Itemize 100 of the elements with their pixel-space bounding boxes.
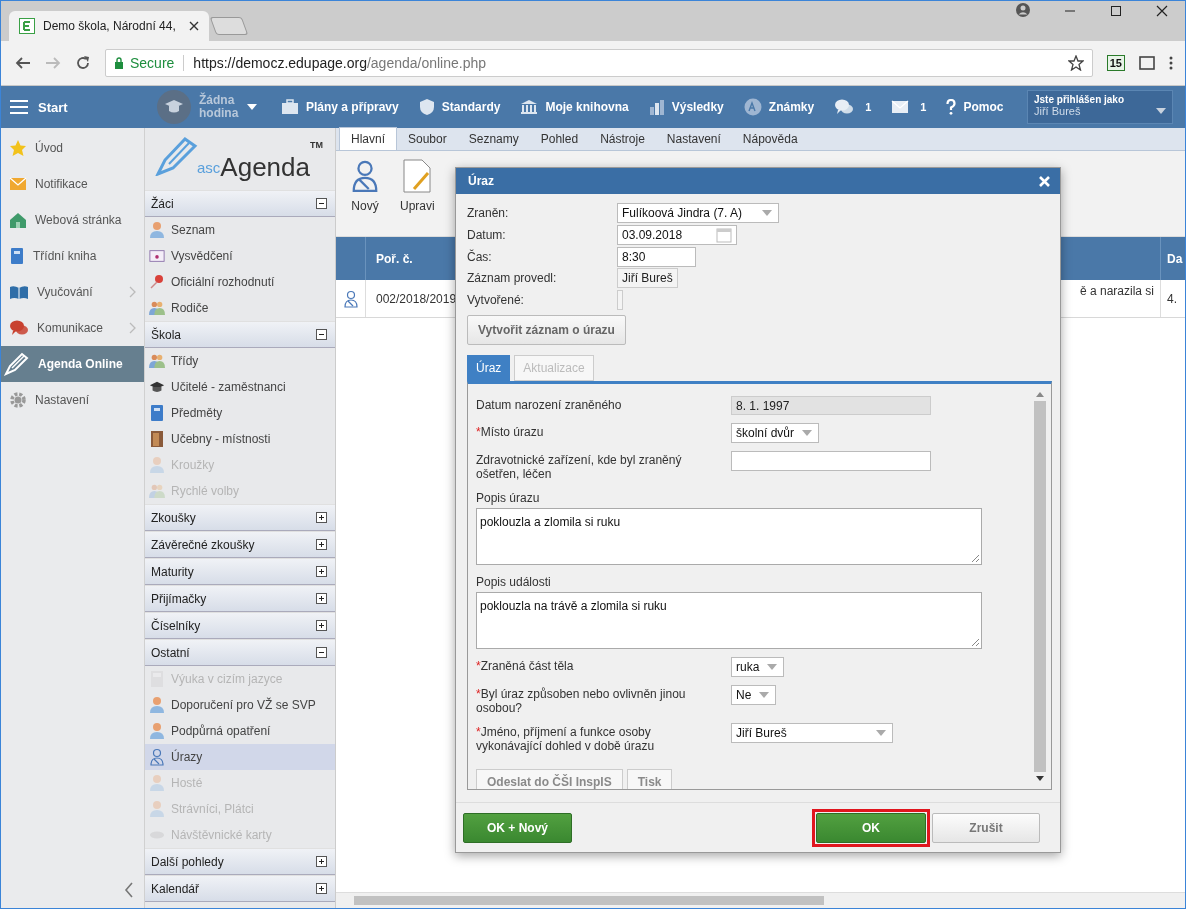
input-field[interactable]: 8:30 [617, 246, 696, 267]
field-label: Datum: [467, 227, 507, 242]
dialog-tab[interactable]: Úraz [467, 355, 511, 382]
ribbon-tab[interactable]: Soubor [397, 128, 458, 150]
nav-link[interactable]: Moje knihovna [520, 99, 629, 115]
person-icon [149, 456, 165, 474]
section-header[interactable]: Ostatní [145, 639, 335, 666]
sidebar-item[interactable]: Webová stránka [1, 202, 144, 238]
section-header[interactable]: Číselníky [145, 612, 335, 639]
nav-link[interactable]: Pomoc [946, 99, 1004, 115]
messages-button[interactable]: 1 [834, 98, 872, 116]
panel-item[interactable]: Oficiální rozhodnutí [145, 269, 335, 295]
section-header[interactable]: Zkoušky [145, 504, 335, 531]
site-logo-icon [19, 18, 35, 34]
sidebar-item[interactable]: Vyučování [1, 274, 144, 310]
panel-item[interactable]: Rodiče [145, 295, 335, 321]
star-outline-icon[interactable] [1067, 55, 1084, 71]
person-icon [149, 722, 165, 740]
sidebar-item[interactable]: Notifikace [1, 166, 144, 202]
panel-item[interactable]: Učebny - místnosti [145, 426, 335, 452]
section-header[interactable]: Kalendář [145, 875, 335, 902]
extension-button[interactable]: 15 [1106, 55, 1125, 71]
text-area[interactable]: poklouzla a zlomila si ruku [476, 508, 982, 566]
close-icon[interactable] [1156, 5, 1168, 17]
people-icon [149, 299, 165, 317]
toolbar-button[interactable]: Nový [350, 159, 380, 213]
chat-icon [9, 319, 29, 337]
column-header[interactable]: Da [1161, 237, 1185, 280]
panel-item[interactable]: Učitelé - zaměstnanci [145, 374, 335, 400]
mail-button[interactable]: 1 [891, 100, 927, 114]
help-icon [946, 99, 957, 115]
caret-icon [767, 664, 778, 671]
section-header[interactable]: Přijímačky [145, 585, 335, 612]
panel-item[interactable]: Třídy [145, 348, 335, 374]
back-icon[interactable] [15, 56, 31, 70]
dropdown[interactable]: Fulíkoová Jindra (7. A) [617, 202, 779, 223]
field-label: Zdravotnické zařízení, kde byl zraněný ošetřen, léčen [476, 452, 683, 482]
scroll-down-icon[interactable] [1035, 776, 1045, 783]
gear-icon [9, 391, 27, 409]
field-label: Čas: [467, 249, 493, 264]
start-button[interactable]: Start [1, 99, 145, 115]
certificate-icon [149, 248, 165, 264]
section-header[interactable]: Maturity [145, 558, 335, 585]
collapse-icon[interactable] [124, 882, 134, 898]
reload-icon[interactable] [75, 55, 91, 71]
ok-button[interactable]: OK [816, 812, 926, 843]
date-field[interactable]: 03.09.2018 [617, 224, 737, 245]
section-header[interactable]: Žáci [145, 190, 335, 217]
toolbar-button[interactable]: Upravi [400, 159, 435, 213]
ribbon-tab[interactable]: Seznamy [457, 128, 530, 150]
menu-icon[interactable] [1169, 56, 1173, 70]
person-icon [149, 800, 165, 818]
cancel-button[interactable]: Zrušit [932, 812, 1040, 843]
nav-link[interactable]: Známky [743, 98, 815, 116]
ribbon-tab[interactable]: Nápověda [731, 128, 809, 150]
nav-link[interactable]: Výsledky [648, 99, 724, 115]
section-header[interactable]: Závěrečné zkoušky [145, 531, 335, 558]
panel-item[interactable]: Doporučení pro VŽ se SVP [145, 692, 335, 718]
close-icon[interactable] [189, 21, 199, 31]
section-header[interactable]: Další pohledy [145, 848, 335, 875]
panel-item[interactable]: Vysvědčení [145, 243, 335, 269]
dropdown[interactable]: Jiří Bureš [731, 723, 893, 744]
field-label: Popis události [476, 574, 552, 590]
sidebar-item[interactable]: Nastavení [1, 382, 144, 418]
sidebar-item[interactable]: Komunikace [1, 310, 144, 346]
browser-tab[interactable]: Demo škola, Národní 44, [9, 11, 209, 41]
text-area[interactable]: poklouzla na trávě a zlomila si ruku [476, 592, 982, 650]
menu-icon [10, 100, 28, 114]
input-field[interactable] [731, 451, 931, 472]
account-icon[interactable] [1016, 3, 1030, 17]
nav-link[interactable]: Standardy [418, 98, 501, 116]
horizontal-scrollbar[interactable] [336, 892, 1185, 908]
caret-icon [762, 209, 772, 216]
dropdown[interactable]: ruka [731, 657, 785, 678]
user-menu[interactable]: Jste přihlášen jako Jiří Bureš [1027, 90, 1173, 124]
nav-link[interactable]: Plány a přípravy [281, 99, 399, 115]
panel-item[interactable]: Předměty [145, 400, 335, 426]
open-book-icon [9, 284, 29, 300]
ok-new-button[interactable]: OK + Nový [463, 812, 572, 843]
sidebar-item[interactable]: Úvod [1, 130, 144, 166]
address-bar[interactable]: Secure https://democz.edupage.org/agenda/online.php [105, 49, 1093, 77]
panel-item[interactable]: Podpůrná opatření [145, 718, 335, 744]
dropdown[interactable]: Ne [731, 685, 777, 706]
url-text: https://democz.edupage.org/agenda/online.php [193, 55, 487, 71]
field-label: *Místo úrazu [476, 424, 545, 440]
cast-icon[interactable] [1139, 56, 1155, 70]
maximize-icon[interactable] [1110, 5, 1122, 17]
panel-item[interactable]: Seznam [145, 217, 335, 243]
book-icon [9, 247, 25, 265]
ribbon-tab[interactable]: Pohled [529, 128, 590, 150]
sidebar-item[interactable]: Agenda Online [1, 346, 144, 382]
section-header[interactable]: Škola [145, 321, 335, 348]
scroll-up-icon[interactable] [1035, 391, 1045, 398]
ribbon-tab[interactable]: Nastavení [655, 128, 732, 150]
create-record-button[interactable]: Vytvořit záznam o úrazu [467, 315, 626, 346]
ribbon-tab[interactable]: Nástroje [589, 128, 656, 150]
sidebar-item[interactable]: Třídní kniha [1, 238, 144, 274]
panel-item[interactable]: Úrazy [145, 744, 335, 770]
ribbon-tab[interactable]: Hlavní [339, 127, 397, 150]
dropdown[interactable]: školní dvůr [731, 423, 820, 444]
